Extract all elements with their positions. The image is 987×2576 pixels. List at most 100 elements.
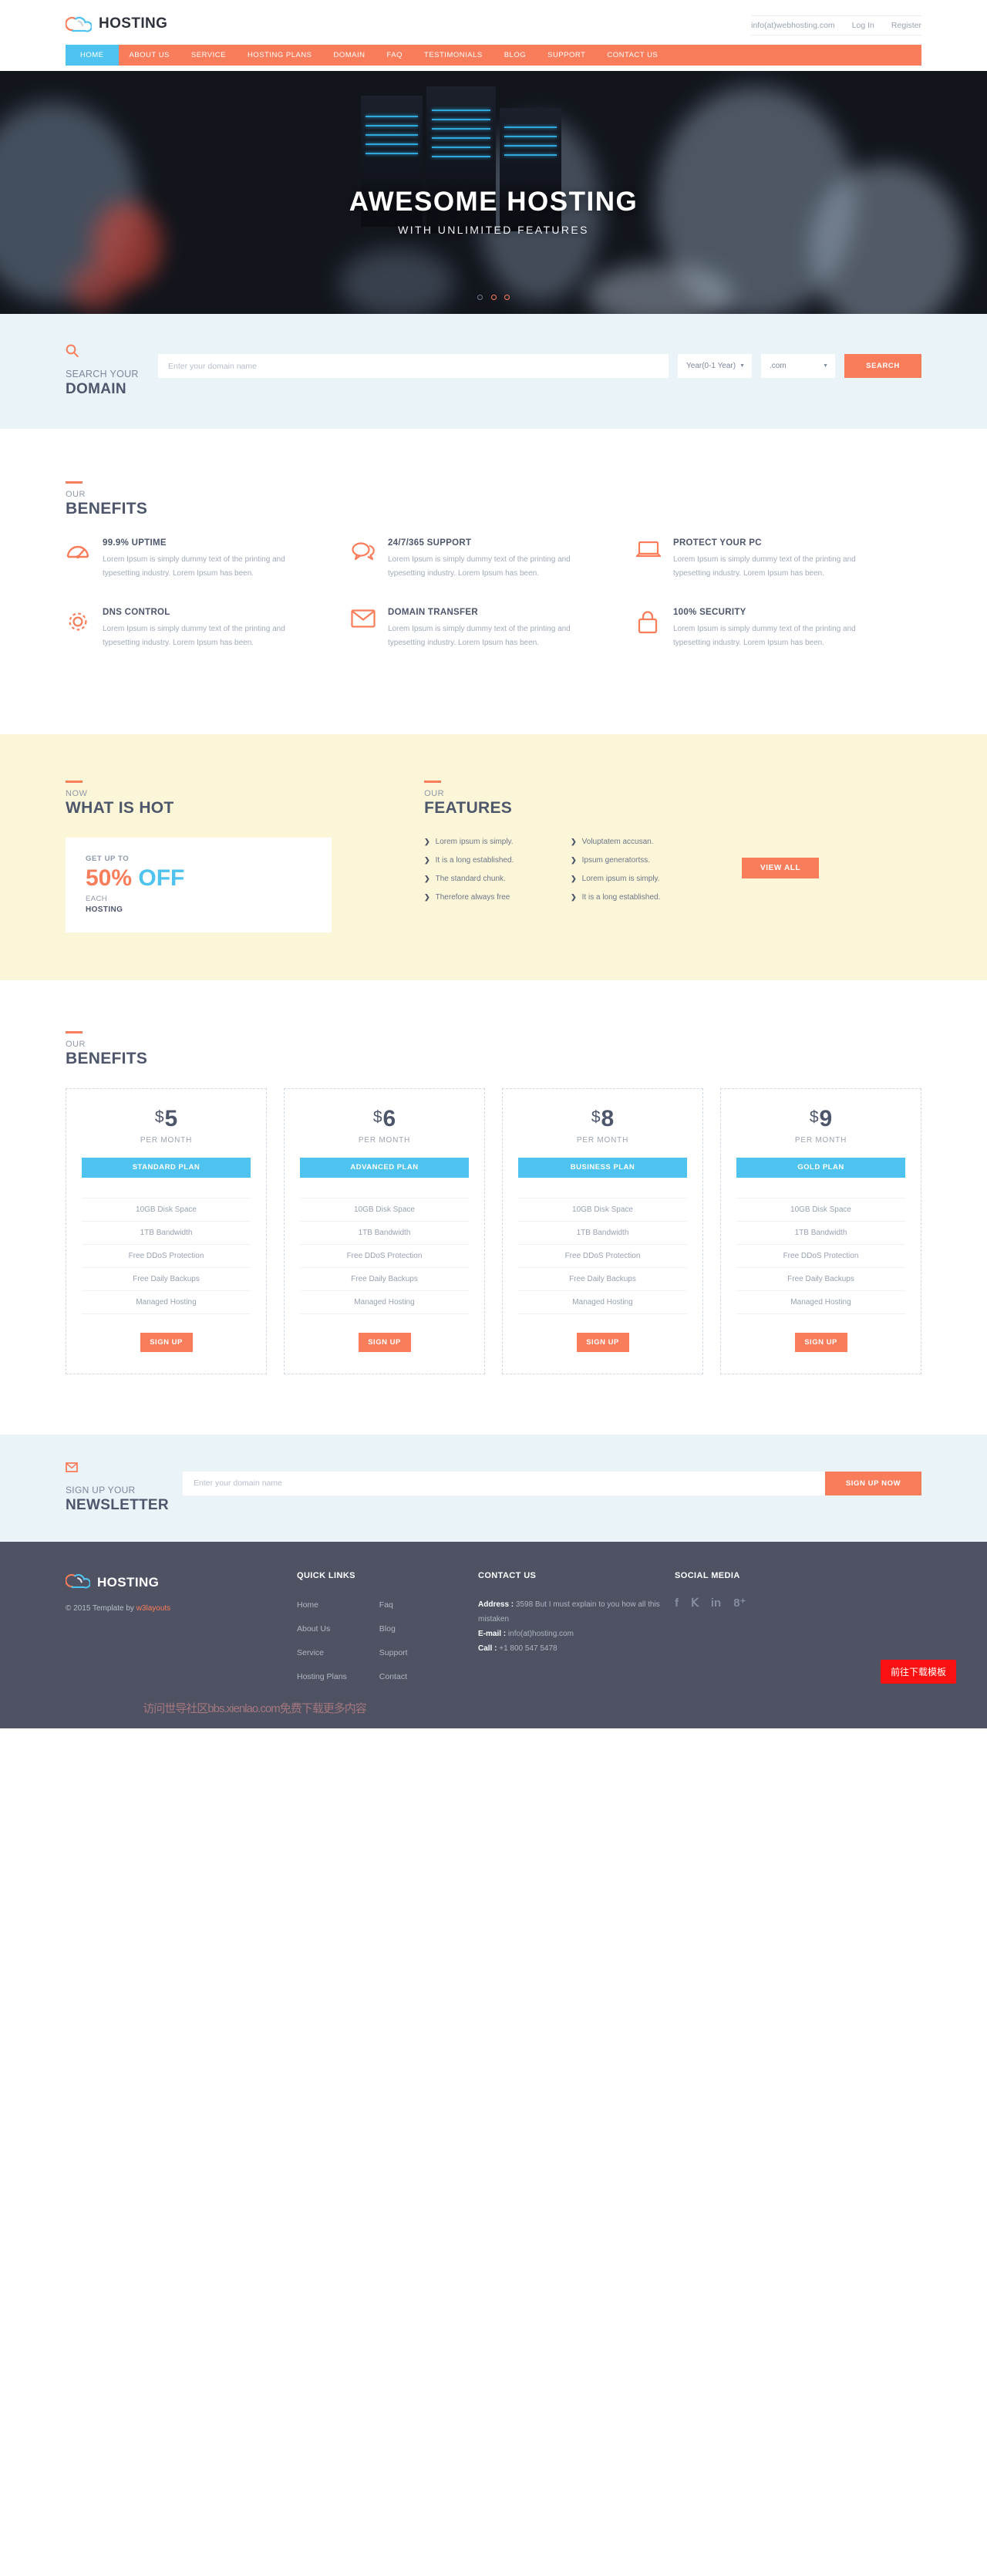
carousel-dot[interactable] [504,295,510,300]
contact-call-row: Call : +1 800 547 5478 [478,1641,675,1656]
promo-card[interactable]: GET UP TO 50% OFF EACH HOSTING [66,838,332,932]
search-icon [66,344,158,359]
linkedin-icon[interactable]: in [711,1597,721,1609]
benefit-description: Lorem Ipsum is simply dummy text of the … [103,625,285,647]
footer-link[interactable]: Blog [379,1624,396,1634]
plan-name-button[interactable]: ADVANCED PLAN [300,1157,469,1178]
nav-item-faq[interactable]: FAQ [376,45,414,66]
plan-feature: Free DDoS Protection [736,1243,905,1267]
nav-item-testimonials[interactable]: TESTIMONIALS [413,45,494,66]
register-link[interactable]: Register [891,21,921,30]
googleplus-icon[interactable]: 8⁺ [733,1597,746,1609]
plan-name-button[interactable]: GOLD PLAN [736,1157,905,1178]
hot-title: WHAT IS HOT [66,799,174,817]
envelope-icon [351,608,377,649]
promo-off: OFF [138,865,185,891]
view-all-button[interactable]: VIEW ALL [742,858,820,878]
carousel-dot[interactable] [477,295,483,300]
carousel-dot[interactable] [490,295,497,300]
nav-item-about-us[interactable]: ABOUT US [119,45,180,66]
feature-list-item[interactable]: ❯ Therefore always free [424,893,571,902]
benefit-item: PROTECT YOUR PC Lorem Ipsum is simply dum… [635,538,921,580]
download-template-badge[interactable]: 前往下载模板 [880,1659,956,1684]
footer-logo[interactable]: HOSTING [65,1571,297,1594]
feature-list-item[interactable]: ❯ It is a long established. [424,856,571,865]
plan-signup-button[interactable]: SIGN UP [140,1332,193,1352]
plan-signup-button[interactable]: SIGN UP [358,1332,411,1352]
nav-item-support[interactable]: SUPPORT [537,45,596,66]
nav-item-home[interactable]: HOME [66,45,119,66]
footer-link[interactable]: Service [297,1648,324,1657]
watermark-text: 访问世导社区bbs.xienlao.com免费下载更多内容 [143,1701,366,1715]
plan-feature: Managed Hosting [82,1290,251,1314]
plan-feature-list: 10GB Disk Space 1TB Bandwidth Free DDoS Pr… [82,1197,251,1314]
benefit-item: DNS CONTROL Lorem Ipsum is simply dummy t… [66,608,351,649]
footer-link-item: Service [297,1645,347,1659]
domain-name-input[interactable] [158,354,669,378]
plan-name-button[interactable]: STANDARD PLAN [82,1157,251,1178]
feature-list-item[interactable]: ❯ It is a long established. [571,893,717,902]
footer-social: SOCIAL MEDIA f 𝖪 in 8⁺ [675,1571,856,1693]
domain-search-heading: SEARCH YOUR DOMAIN [66,340,158,398]
year-select[interactable]: Year(0-1 Year) ▼ [678,354,752,378]
feature-list-item[interactable]: ❯ The standard chunk. [424,875,571,883]
footer-link[interactable]: Support [379,1648,408,1657]
feature-list-item[interactable]: ❯ Voluptatem accusan. [571,838,717,846]
promo-percent: 50% [86,865,133,891]
quick-links-col1: Home About Us Service Hosting Plans [297,1597,347,1693]
plan-feature: 1TB Bandwidth [736,1220,905,1244]
facebook-icon[interactable]: f [675,1597,679,1609]
pricing-card: $8 PER MONTH BUSINESS PLAN 10GB Disk Space 1… [502,1087,703,1374]
nav-item-service[interactable]: SERVICE [180,45,237,66]
domain-search-form: Year(0-1 Year) ▼ .com ▼ SEARCH [158,340,921,378]
benefit-title: DOMAIN TRANSFER [387,608,478,617]
twitter-icon[interactable]: 𝖪 [691,1597,699,1609]
heading-rule [66,481,83,484]
feature-label: Ipsum generatortss. [581,856,651,865]
email-value[interactable]: info(at)hosting.com [508,1630,574,1638]
feature-list-item[interactable]: ❯ Ipsum generatortss. [571,856,717,865]
feature-list-item[interactable]: ❯ Lorem ipsum is simply. [424,838,571,846]
features-heading: OUR FEATURES [424,781,921,818]
hot-features-section: NOW WHAT IS HOT GET UP TO 50% OFF EACH H… [0,734,987,980]
plan-period: PER MONTH [576,1135,629,1145]
chevron-right-icon: ❯ [424,856,430,864]
copyright-link[interactable]: w3layouts [136,1604,170,1613]
plan-signup-button[interactable]: SIGN UP [794,1332,847,1352]
domain-search-line1: SEARCH YOUR [66,369,139,379]
promo-discount: 50% OFF [86,866,312,891]
footer-link[interactable]: Hosting Plans [297,1672,347,1681]
chevron-down-icon: ▼ [823,363,828,369]
search-button[interactable]: SEARCH [844,354,921,378]
benefit-title: PROTECT YOUR PC [672,538,762,548]
footer-link[interactable]: Contact [379,1672,407,1681]
plan-signup-button[interactable]: SIGN UP [576,1332,629,1352]
plan-feature: 1TB Bandwidth [518,1220,687,1244]
cloud-logo-icon [65,1571,91,1594]
tld-select[interactable]: .com ▼ [761,354,835,378]
benefits-eyebrow: OUR [66,490,86,499]
nav-item-hosting-plans[interactable]: HOSTING PLANS [237,45,323,66]
plan-feature: 1TB Bandwidth [300,1220,469,1244]
feature-list-item[interactable]: ❯ Lorem ipsum is simply. [571,875,717,883]
contact-email[interactable]: info(at)webhosting.com [751,21,835,30]
plan-name-button[interactable]: BUSINESS PLAN [518,1157,687,1178]
footer-link-item: Faq [379,1597,408,1611]
site-logo[interactable]: HOSTING [65,14,167,35]
chevron-down-icon: ▼ [739,363,745,369]
features-eyebrow: OUR [424,789,445,798]
footer-link[interactable]: About Us [297,1624,330,1634]
login-link[interactable]: Log In [852,21,874,30]
footer-link[interactable]: Faq [379,1600,393,1610]
newsletter-signup-button[interactable]: SIGN UP NOW [825,1471,921,1495]
carousel-dots[interactable] [0,290,987,304]
footer-link[interactable]: Home [297,1600,318,1610]
newsletter-input[interactable] [183,1471,825,1495]
nav-item-contact-us[interactable]: CONTACT US [596,45,669,66]
plan-price: $9 [736,1107,905,1131]
nav-item-blog[interactable]: BLOG [494,45,537,66]
plan-amount: 5 [164,1105,178,1131]
plan-feature: 10GB Disk Space [736,1197,905,1221]
promo-line1: GET UP TO [86,855,130,863]
nav-item-domain[interactable]: DOMAIN [323,45,376,66]
